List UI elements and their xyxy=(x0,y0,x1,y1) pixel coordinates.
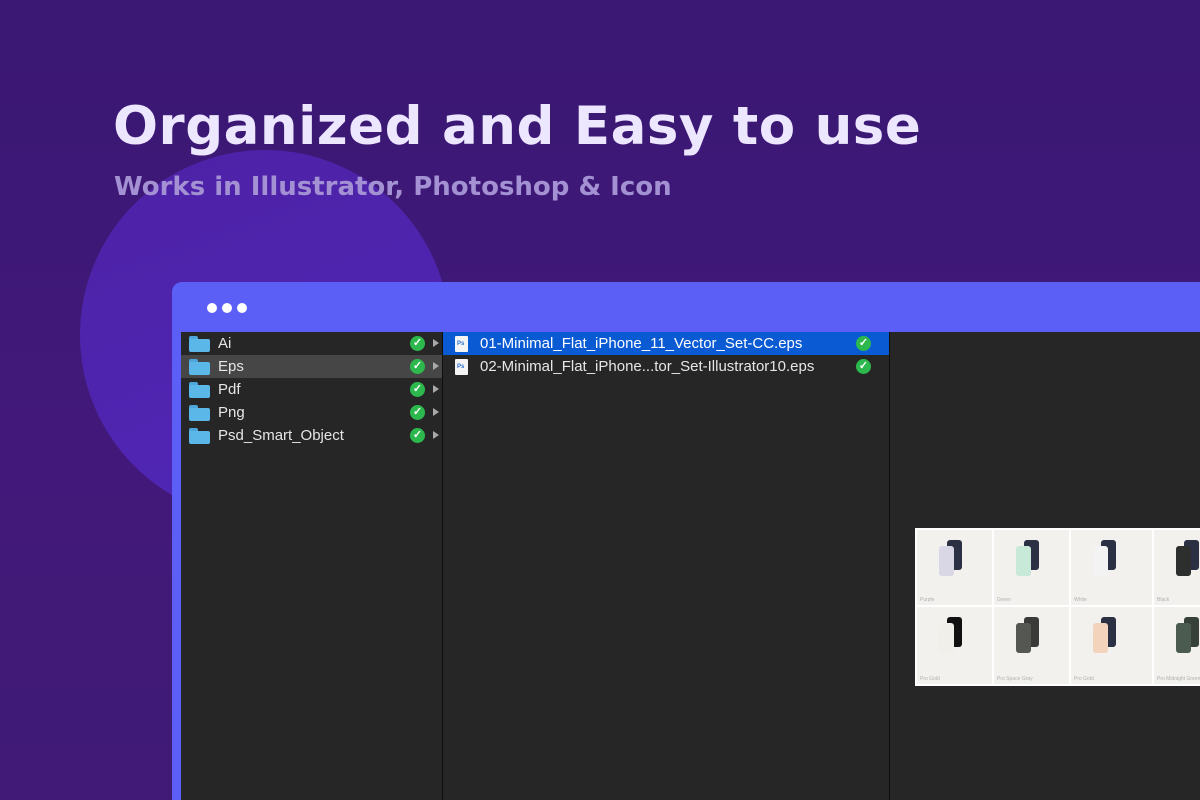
disclosure-arrow-icon xyxy=(433,362,439,370)
file-label: 01-Minimal_Flat_iPhone_11_Vector_Set-CC.… xyxy=(480,335,803,352)
window-dot-icon[interactable] xyxy=(207,303,217,313)
subheadline: Works in Illustrator, Photoshop & Icon xyxy=(114,172,672,202)
window-dot-icon[interactable] xyxy=(222,303,232,313)
check-icon: ✓ xyxy=(410,405,425,420)
folder-icon xyxy=(189,404,210,421)
folder-icon xyxy=(189,335,210,352)
files-column: 01-Minimal_Flat_iPhone_11_Vector_Set-CC.… xyxy=(443,332,890,800)
window-dot-icon[interactable] xyxy=(237,303,247,313)
disclosure-arrow-icon xyxy=(433,408,439,416)
folder-label: Ai xyxy=(218,335,232,352)
thumbnail-caption: Purple xyxy=(920,597,935,603)
thumbnail-caption: Black xyxy=(1157,597,1170,603)
phone-thumbnail: Pro Gold xyxy=(1071,607,1152,684)
phone-front-icon xyxy=(1016,623,1031,653)
folder-row-pdf[interactable]: Pdf ✓ xyxy=(181,378,442,401)
check-icon: ✓ xyxy=(410,336,425,351)
disclosure-arrow-icon xyxy=(433,431,439,439)
file-row[interactable]: 02-Minimal_Flat_iPhone...tor_Set-Illustr… xyxy=(443,355,889,378)
thumbnail-caption: Pro Space Gray xyxy=(997,676,1033,682)
thumbnail-caption: Pro Gold xyxy=(920,676,940,682)
eps-file-icon xyxy=(455,335,468,352)
folder-row-eps[interactable]: Eps ✓ xyxy=(181,355,442,378)
headline: Organized and Easy to use xyxy=(113,96,922,157)
file-row[interactable]: 01-Minimal_Flat_iPhone_11_Vector_Set-CC.… xyxy=(443,332,889,355)
preview-column: Purple Green White Black Pro Gold Pro Space G… xyxy=(890,332,1200,800)
phone-thumbnail: Pro Midnight Green xyxy=(1154,607,1200,684)
folder-row-png[interactable]: Png ✓ xyxy=(181,401,442,424)
folder-label: Psd_Smart_Object xyxy=(218,427,344,444)
phone-thumbnail: Green xyxy=(994,530,1069,605)
phone-thumbnail: Purple xyxy=(917,530,992,605)
disclosure-arrow-icon xyxy=(433,339,439,347)
folder-label: Pdf xyxy=(218,381,241,398)
phone-thumbnail: White xyxy=(1071,530,1152,605)
check-icon: ✓ xyxy=(410,428,425,443)
phone-front-icon xyxy=(1176,623,1191,653)
phone-front-icon xyxy=(939,623,954,653)
phone-front-icon xyxy=(939,546,954,576)
folder-label: Png xyxy=(218,404,245,421)
finder-column-view: Ai ✓ Eps ✓ Pdf ✓ Png ✓ Psd_Smart_Object ✓ 01-Mini… xyxy=(181,332,1200,800)
thumbnail-caption: White xyxy=(1074,597,1087,603)
eps-file-icon xyxy=(455,358,468,375)
phone-front-icon xyxy=(1093,546,1108,576)
phone-front-icon xyxy=(1093,623,1108,653)
phone-thumbnail: Black xyxy=(1154,530,1200,605)
window-controls xyxy=(207,303,247,313)
check-icon: ✓ xyxy=(856,359,871,374)
folders-column: Ai ✓ Eps ✓ Pdf ✓ Png ✓ Psd_Smart_Object ✓ xyxy=(181,332,443,800)
folder-label: Eps xyxy=(218,358,244,375)
folder-icon xyxy=(189,358,210,375)
folder-row-ai[interactable]: Ai ✓ xyxy=(181,332,442,355)
check-icon: ✓ xyxy=(410,359,425,374)
phone-front-icon xyxy=(1176,546,1191,576)
phone-thumbnail: Pro Gold xyxy=(917,607,992,684)
disclosure-arrow-icon xyxy=(433,385,439,393)
folder-icon xyxy=(189,427,210,444)
check-icon: ✓ xyxy=(410,382,425,397)
thumbnail-caption: Green xyxy=(997,597,1011,603)
phone-thumbnail: Pro Space Gray xyxy=(994,607,1069,684)
check-icon: ✓ xyxy=(856,336,871,351)
file-label: 02-Minimal_Flat_iPhone...tor_Set-Illustr… xyxy=(480,358,815,375)
folder-row-psd-smart-object[interactable]: Psd_Smart_Object ✓ xyxy=(181,424,442,447)
phone-front-icon xyxy=(1016,546,1031,576)
folder-icon xyxy=(189,381,210,398)
thumbnail-caption: Pro Gold xyxy=(1074,676,1094,682)
preview-image: Purple Green White Black Pro Gold Pro Space G… xyxy=(915,528,1200,686)
thumbnail-caption: Pro Midnight Green xyxy=(1157,676,1200,682)
